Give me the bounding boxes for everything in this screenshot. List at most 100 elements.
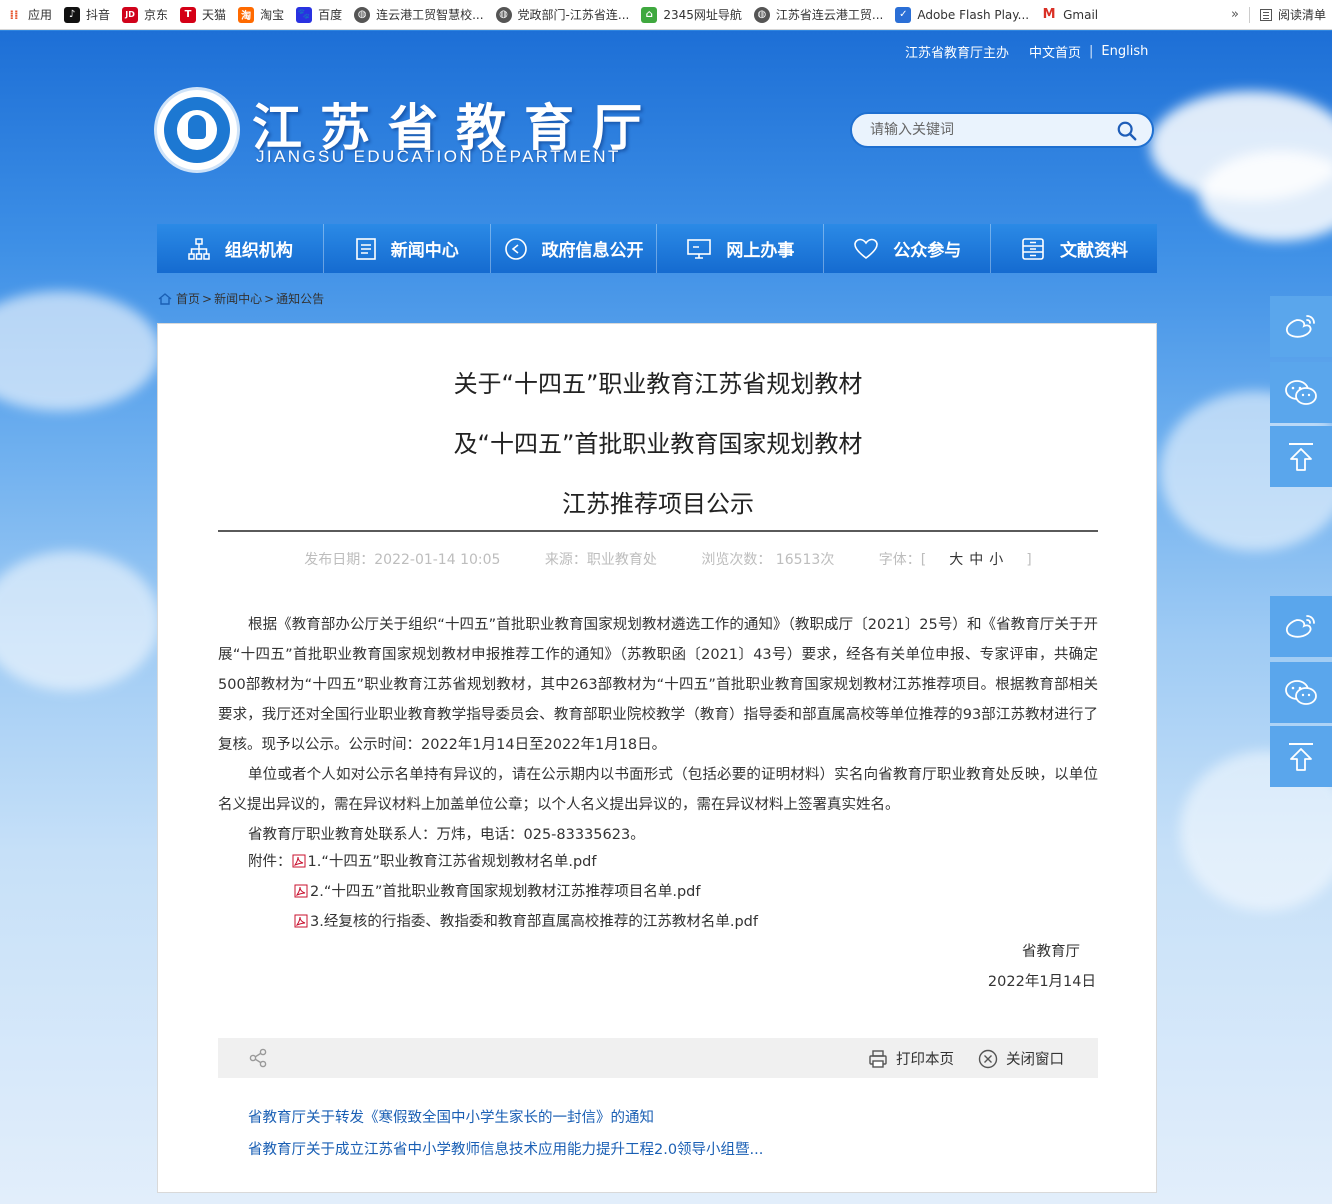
printer-icon bbox=[869, 1049, 887, 1068]
douyin-icon: ♪ bbox=[64, 6, 81, 23]
news-document-icon bbox=[355, 237, 376, 260]
divider: | bbox=[1089, 44, 1094, 59]
bookmark-gmail[interactable]: M Gmail bbox=[1035, 0, 1104, 29]
home-icon bbox=[158, 292, 172, 305]
wechat-share-button[interactable] bbox=[1270, 362, 1332, 423]
attachment-row: 2.“十四五”首批职业教育国家规划教材江苏推荐项目名单.pdf bbox=[294, 880, 700, 901]
cloud-decoration bbox=[0, 291, 160, 411]
bookmarks-bar: ⁞⁞ 应用 ♪ 抖音 JD 京东 T 天猫 淘 淘宝 🐾 百度 ◍ 连云港工贸智… bbox=[0, 0, 1332, 30]
bookmark-taobao[interactable]: 淘 淘宝 bbox=[232, 0, 290, 29]
chinese-home-link[interactable]: 中文首页 bbox=[1029, 42, 1081, 61]
info-disclosure-icon bbox=[504, 237, 527, 260]
back-to-top-button[interactable] bbox=[1270, 426, 1332, 487]
host-link[interactable]: 江苏省教育厅主办 bbox=[905, 42, 1009, 61]
close-window-button[interactable]: 关闭窗口 bbox=[978, 1048, 1064, 1069]
print-button[interactable]: 打印本页 bbox=[868, 1048, 954, 1069]
house-icon: ⌂ bbox=[641, 6, 658, 23]
weibo-share-button[interactable] bbox=[1270, 596, 1332, 657]
reading-list-button[interactable]: 阅读清单 bbox=[1248, 6, 1332, 23]
bookmark-baidu[interactable]: 🐾 百度 bbox=[290, 0, 348, 29]
main-nav: 组织机构 新闻中心 政府信息公开 网上办事 公众参与 文献资料 bbox=[157, 224, 1157, 273]
nav-online-services[interactable]: 网上办事 bbox=[657, 224, 825, 273]
bookmark-jd[interactable]: JD 京东 bbox=[116, 0, 174, 29]
back-to-top-icon bbox=[1289, 442, 1313, 471]
breadcrumb-home[interactable]: 首页 bbox=[176, 290, 200, 307]
nav-public-participation[interactable]: 公众参与 bbox=[824, 224, 992, 273]
globe-icon: ◍ bbox=[495, 6, 512, 23]
paragraph: 省教育厅职业教育处联系人：万炜，电话：025-83335623。 bbox=[248, 827, 645, 843]
jd-icon: JD bbox=[122, 6, 139, 23]
department-logo[interactable] bbox=[157, 90, 237, 170]
nav-news-center[interactable]: 新闻中心 bbox=[324, 224, 491, 273]
font-size-label: 字体：[大中小] bbox=[878, 552, 1032, 568]
gmail-icon: M bbox=[1042, 7, 1056, 22]
bookmarks-overflow-button[interactable]: » bbox=[1221, 7, 1249, 22]
baidu-icon: 🐾 bbox=[296, 6, 313, 23]
font-size-large[interactable]: 大 bbox=[949, 552, 963, 568]
bookmark-tmall[interactable]: T 天猫 bbox=[174, 0, 232, 29]
tmall-icon: T bbox=[180, 6, 197, 23]
article-body: 根据《教育部办公厅关于组织“十四五”首批职业教育国家规划教材遴选工作的通知》（教… bbox=[218, 610, 1098, 850]
wechat-share-button[interactable] bbox=[1270, 662, 1332, 723]
article-title-line-1: 关于“十四五”职业教育江苏省规划教材 bbox=[453, 370, 863, 398]
font-size-small[interactable]: 小 bbox=[989, 552, 1003, 568]
wechat-icon bbox=[1285, 379, 1317, 405]
paragraph: 单位或者个人如对公示名单持有异议的，请在公示期内以书面形式（包括必要的证明材料）… bbox=[218, 767, 1098, 813]
signature: 省教育厅 bbox=[1022, 944, 1080, 960]
article-meta: 发布日期：2022-01-14 10:05 来源：职业教育处 浏览次数： 165… bbox=[158, 549, 1158, 569]
bookmark-douyin[interactable]: ♪ 抖音 bbox=[58, 0, 116, 29]
sign-date: 2022年1月14日 bbox=[987, 974, 1096, 990]
wechat-icon bbox=[1285, 679, 1317, 705]
nav-gov-info-disclosure[interactable]: 政府信息公开 bbox=[491, 224, 658, 273]
bookmark-party-gov[interactable]: ◍ 党政部门-江苏省连... bbox=[490, 0, 636, 29]
title-divider bbox=[218, 530, 1098, 532]
nav-org-structure[interactable]: 组织机构 bbox=[157, 224, 324, 273]
search-input[interactable] bbox=[868, 121, 1112, 139]
heart-icon bbox=[854, 238, 879, 259]
globe-icon: ◍ bbox=[354, 6, 371, 23]
breadcrumb-separator: > bbox=[202, 291, 213, 306]
font-size-medium[interactable]: 中 bbox=[969, 552, 983, 568]
back-to-top-button[interactable] bbox=[1270, 726, 1332, 787]
article-source: 来源：职业教育处 bbox=[544, 552, 657, 568]
archive-box-icon bbox=[1022, 237, 1044, 260]
shield-icon: ✓ bbox=[895, 6, 912, 23]
article-toolbar: 打印本页 关闭窗口 bbox=[218, 1038, 1098, 1078]
close-circle-icon bbox=[978, 1049, 998, 1068]
publish-date: 发布日期：2022-01-14 10:05 bbox=[304, 552, 501, 568]
bookmark-2345[interactable]: ⌂ 2345网址导航 bbox=[635, 0, 748, 29]
breadcrumb-notices[interactable]: 通知公告 bbox=[276, 290, 324, 307]
attachments-label: 附件： bbox=[248, 854, 292, 870]
nav-documents[interactable]: 文献资料 bbox=[991, 224, 1157, 273]
breadcrumb: 首页 > 新闻中心 > 通知公告 bbox=[158, 290, 324, 307]
monitor-icon bbox=[687, 238, 712, 259]
article-title-line-2: 及“十四五”首批职业教育国家规划教材 bbox=[453, 430, 863, 458]
back-to-top-icon bbox=[1289, 742, 1313, 771]
related-link[interactable]: 省教育厅关于转发《寒假致全国中小学生家长的一封信》的通知 bbox=[248, 1106, 654, 1127]
bookmark-lyg-smart-campus[interactable]: ◍ 连云港工贸智慧校... bbox=[348, 0, 489, 29]
paragraph: 根据《教育部办公厅关于组织“十四五”首批职业教育国家规划教材遴选工作的通知》（教… bbox=[218, 617, 1098, 753]
related-link[interactable]: 省教育厅关于成立江苏省中小学教师信息技术应用能力提升工程2.0领导小组暨... bbox=[248, 1138, 763, 1159]
attachment-link[interactable]: 1.“十四五”职业教育江苏省规划教材名单.pdf bbox=[308, 850, 597, 871]
reading-list-icon bbox=[1259, 8, 1272, 21]
weibo-icon bbox=[1285, 314, 1315, 338]
attachment-row: 3.经复核的行指委、教指委和教育部直属高校推荐的江苏教材名单.pdf bbox=[294, 910, 758, 931]
weibo-share-button[interactable] bbox=[1270, 296, 1332, 357]
attachment-link[interactable]: 2.“十四五”首批职业教育国家规划教材江苏推荐项目名单.pdf bbox=[310, 880, 700, 901]
breadcrumb-news-center[interactable]: 新闻中心 bbox=[214, 290, 262, 307]
search-icon[interactable] bbox=[1116, 120, 1138, 142]
bookmark-lyg-gongmao[interactable]: ◍ 江苏省连云港工贸... bbox=[748, 0, 889, 29]
pdf-icon bbox=[292, 854, 306, 868]
top-links: 江苏省教育厅主办 中文首页 | English bbox=[905, 42, 1148, 61]
site-subtitle: JIANGSU EDUCATION DEPARTMENT bbox=[256, 147, 621, 166]
attachment-link[interactable]: 3.经复核的行指委、教指委和教育部直属高校推荐的江苏教材名单.pdf bbox=[310, 910, 758, 931]
bookmark-apps[interactable]: ⁞⁞ 应用 bbox=[0, 0, 58, 29]
cloud-decoration bbox=[0, 551, 160, 691]
share-icon[interactable] bbox=[248, 1048, 268, 1068]
breadcrumb-separator: > bbox=[264, 291, 275, 306]
english-link[interactable]: English bbox=[1101, 44, 1148, 59]
globe-icon: ◍ bbox=[753, 6, 770, 23]
weibo-icon bbox=[1285, 614, 1315, 638]
pdf-icon bbox=[294, 884, 308, 898]
bookmark-adobe-flash[interactable]: ✓ Adobe Flash Play... bbox=[889, 0, 1035, 29]
